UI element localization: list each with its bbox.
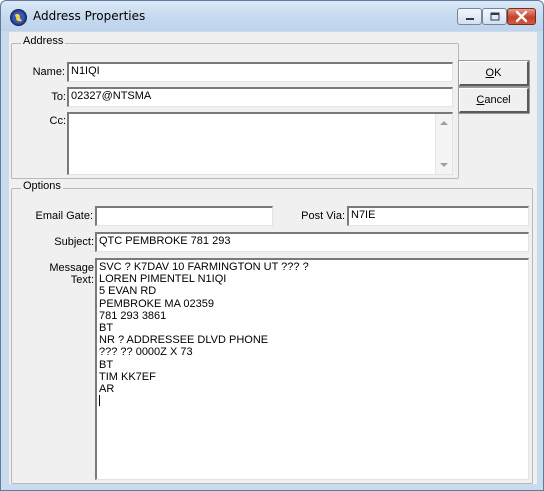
ok-button[interactable]: OK — [459, 61, 529, 86]
scroll-up-arrow-icon[interactable] — [440, 121, 448, 125]
close-icon — [515, 10, 528, 23]
address-properties-window: Address Properties Address Name: N1IQI T… — [0, 0, 544, 491]
maximize-button[interactable] — [482, 8, 507, 25]
title-bar[interactable]: Address Properties — [1, 1, 543, 31]
window-title: Address Properties — [33, 9, 146, 23]
cc-label: Cc: — [49, 115, 67, 127]
email-gate-field[interactable] — [95, 206, 273, 226]
cc-scrollbar[interactable] — [435, 114, 452, 174]
message-line: BT — [99, 358, 114, 371]
scroll-down-arrow-icon[interactable] — [440, 163, 448, 167]
post-via-field[interactable]: N7IE — [347, 206, 529, 226]
email-gate-label: Email Gate: — [35, 210, 93, 222]
message-line: 781 293 3861 — [99, 309, 167, 322]
name-field[interactable]: N1IQI — [67, 62, 453, 82]
text-caret — [99, 395, 100, 407]
close-button[interactable] — [507, 8, 536, 25]
message-line: TIM KK7EF — [99, 370, 156, 383]
message-caret-line — [99, 395, 526, 407]
to-field[interactable]: 02327@NTSMA — [67, 87, 453, 107]
message-line: PEMBROKE MA 02359 — [99, 297, 214, 310]
message-line: 5 EVAN RD — [99, 285, 157, 298]
subject-label: Subject: — [54, 236, 94, 248]
name-label: Name: — [32, 66, 65, 78]
message-line: LOREN PIMENTEL N1IQI — [99, 273, 227, 286]
address-group-label: Address — [21, 35, 66, 47]
options-group-label: Options — [21, 180, 63, 192]
message-line: BT — [99, 321, 114, 334]
message-text-area[interactable]: SVC ? K7DAV 10 FARMINGTON UT ??? ? LOREN … — [95, 258, 529, 480]
subject-field[interactable]: QTC PEMBROKE 781 293 — [95, 232, 529, 252]
cc-field[interactable] — [67, 112, 453, 175]
cancel-button[interactable]: Cancel — [459, 88, 529, 113]
maximize-icon — [490, 12, 500, 21]
to-label: To: — [51, 91, 66, 103]
post-via-label: Post Via: — [301, 210, 345, 222]
message-label: Message Text: — [49, 262, 94, 286]
message-line: SVC ? K7DAV 10 FARMINGTON UT ??? ? — [99, 261, 309, 273]
message-line: AR — [99, 382, 115, 395]
message-line: ??? ?? 0000Z X 73 — [99, 346, 193, 359]
minimize-button[interactable] — [457, 8, 482, 25]
minimize-icon — [466, 18, 474, 20]
dialog-client-area: Address Name: N1IQI To: 02327@NTSMA Cc: … — [9, 32, 537, 484]
globe-icon[interactable] — [10, 9, 27, 26]
message-line: NR ? ADDRESSEE DLVD PHONE — [99, 334, 269, 347]
